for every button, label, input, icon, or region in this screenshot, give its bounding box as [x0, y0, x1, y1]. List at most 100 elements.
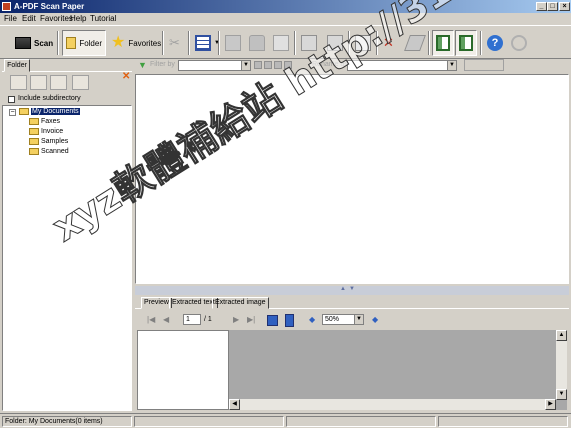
app-icon	[2, 2, 11, 11]
preview-pane[interactable]	[229, 330, 567, 410]
toolbar-separator	[162, 31, 164, 55]
status-cell	[134, 416, 284, 427]
menu-tutorial[interactable]: Tutorial	[90, 14, 116, 24]
folder-properties-button[interactable]	[50, 75, 67, 90]
add-folder-button[interactable]	[10, 75, 27, 90]
help-button[interactable]: ?	[484, 30, 506, 56]
scanner-icon	[15, 37, 31, 49]
tab-extracted-image[interactable]: Extracted image	[212, 297, 269, 309]
toolbar-separator	[188, 31, 190, 55]
include-subdirectory-label: Include subdirectory	[18, 95, 81, 102]
tree-item[interactable]: Faxes	[29, 118, 60, 125]
help-icon: ?	[487, 35, 503, 51]
filter-option-icon[interactable]	[264, 61, 272, 69]
tree-item[interactable]: Invoice	[29, 128, 63, 135]
last-page-icon[interactable]: ▶|	[247, 315, 255, 324]
close-panel-icon[interactable]: ✕	[122, 71, 130, 82]
fit-width-icon[interactable]	[267, 315, 278, 326]
folder-tree[interactable]: − My Documents Faxes Invoice Samples Sca…	[2, 105, 132, 411]
zoom-out-icon[interactable]: ◆	[309, 315, 315, 324]
menu-edit[interactable]: Edit	[22, 14, 36, 24]
tab-folder[interactable]: Folder	[4, 59, 30, 72]
page-total: / 1	[204, 316, 212, 323]
zoom-value: 50%	[325, 316, 340, 323]
erase-button[interactable]	[404, 30, 426, 56]
tools-button[interactable]: ✕	[380, 30, 397, 56]
lock-icon	[249, 35, 265, 51]
horizontal-scrollbar[interactable]: ◀ ▶	[229, 399, 556, 410]
import-button[interactable]	[222, 30, 244, 56]
remove-folder-button[interactable]	[30, 75, 47, 90]
tree-item-root[interactable]: My Documents	[19, 108, 80, 115]
filter-icon: ▼	[138, 60, 147, 70]
about-button[interactable]	[508, 30, 530, 56]
folder-icon	[29, 148, 39, 155]
tree-item-label: Scanned	[41, 148, 69, 155]
next-page-icon[interactable]: ▶	[233, 315, 239, 324]
vertical-scrollbar[interactable]: ▲ ▼	[556, 330, 567, 400]
page-number-input[interactable]: 1	[183, 314, 201, 325]
scroll-down-icon[interactable]: ▼	[556, 389, 567, 400]
thumbnail-pane[interactable]	[137, 330, 229, 410]
menu-help[interactable]: Help	[70, 14, 86, 24]
rename-dropdown[interactable]: ▼	[347, 60, 457, 71]
favorite-folder-button[interactable]	[72, 75, 89, 90]
text-button[interactable]	[352, 30, 374, 56]
title-bar: A-PDF Scan Paper _ □ ×	[0, 0, 571, 13]
dropdown-arrow-icon: ▼	[447, 61, 456, 70]
folder-panel: Folder ✕ Include subdirectory − My Docum…	[2, 59, 132, 411]
maximize-button[interactable]: □	[547, 2, 558, 11]
preview-toolbar: |◀ ◀ 1 / 1 ▶ ▶| ◆ 50% ▼ ◆	[135, 311, 569, 329]
toolbar-separator	[376, 31, 378, 55]
menu-file[interactable]: File	[4, 14, 17, 24]
dropdown-arrow-icon: ▼	[241, 61, 250, 70]
scroll-up-icon[interactable]: ▲	[556, 330, 567, 341]
page-icon	[301, 35, 317, 51]
eraser-icon	[404, 35, 426, 51]
folder-button[interactable]: Folder	[62, 30, 106, 56]
scroll-left-icon[interactable]: ◀	[229, 399, 240, 410]
status-bar: Folder: My Documents(0 items)	[0, 413, 571, 428]
close-button[interactable]: ×	[559, 2, 570, 11]
layout-left-button[interactable]	[432, 30, 454, 56]
tree-item[interactable]: Scanned	[29, 148, 69, 155]
favorites-button[interactable]: ★ Favorites	[108, 30, 164, 56]
layout-right-button[interactable]	[455, 30, 477, 56]
toolbar-separator	[57, 31, 59, 55]
rename-button[interactable]	[464, 59, 504, 71]
scroll-right-icon[interactable]: ▶	[545, 399, 556, 410]
folder-icon	[19, 108, 29, 115]
pages-button[interactable]	[270, 30, 292, 56]
info-icon	[511, 35, 527, 51]
cut-button[interactable]: ✂	[166, 30, 183, 56]
splitter-arrows-icon[interactable]: ▲▼	[340, 286, 358, 292]
scan-label: Scan	[34, 38, 54, 48]
filter-option-icon[interactable]	[284, 61, 292, 69]
fit-page-icon[interactable]	[285, 314, 294, 327]
filter-option-icon[interactable]	[274, 61, 282, 69]
filter-option-icon[interactable]	[254, 61, 262, 69]
tree-item-label: Invoice	[41, 128, 64, 135]
tree-item[interactable]: Samples	[29, 138, 68, 145]
filter-dropdown[interactable]: ▼	[178, 60, 251, 71]
tab-preview[interactable]: Preview	[141, 297, 172, 309]
image-button[interactable]	[324, 30, 346, 56]
folder-icon	[29, 128, 39, 135]
lock-button[interactable]	[246, 30, 268, 56]
collapse-icon[interactable]: −	[9, 109, 16, 116]
filter-label: Filter by	[150, 61, 175, 68]
zoom-in-icon[interactable]: ◆	[372, 315, 378, 324]
favorites-label: Favorites	[128, 38, 162, 48]
prev-page-icon[interactable]: ◀	[163, 315, 169, 324]
extract-button[interactable]	[298, 30, 320, 56]
scan-button[interactable]: Scan	[12, 30, 56, 56]
minimize-button[interactable]: _	[536, 2, 547, 11]
include-subdirectory-checkbox[interactable]	[8, 96, 15, 103]
menu-favorites[interactable]: Favorites	[40, 14, 73, 24]
file-list-area[interactable]	[135, 74, 569, 284]
zoom-dropdown[interactable]: 50% ▼	[322, 314, 364, 325]
first-page-icon[interactable]: |◀	[147, 315, 155, 324]
scissors-icon: ✂	[169, 35, 180, 50]
toolbar-separator	[218, 31, 220, 55]
tab-extracted-text[interactable]: Extracted text	[169, 297, 218, 309]
